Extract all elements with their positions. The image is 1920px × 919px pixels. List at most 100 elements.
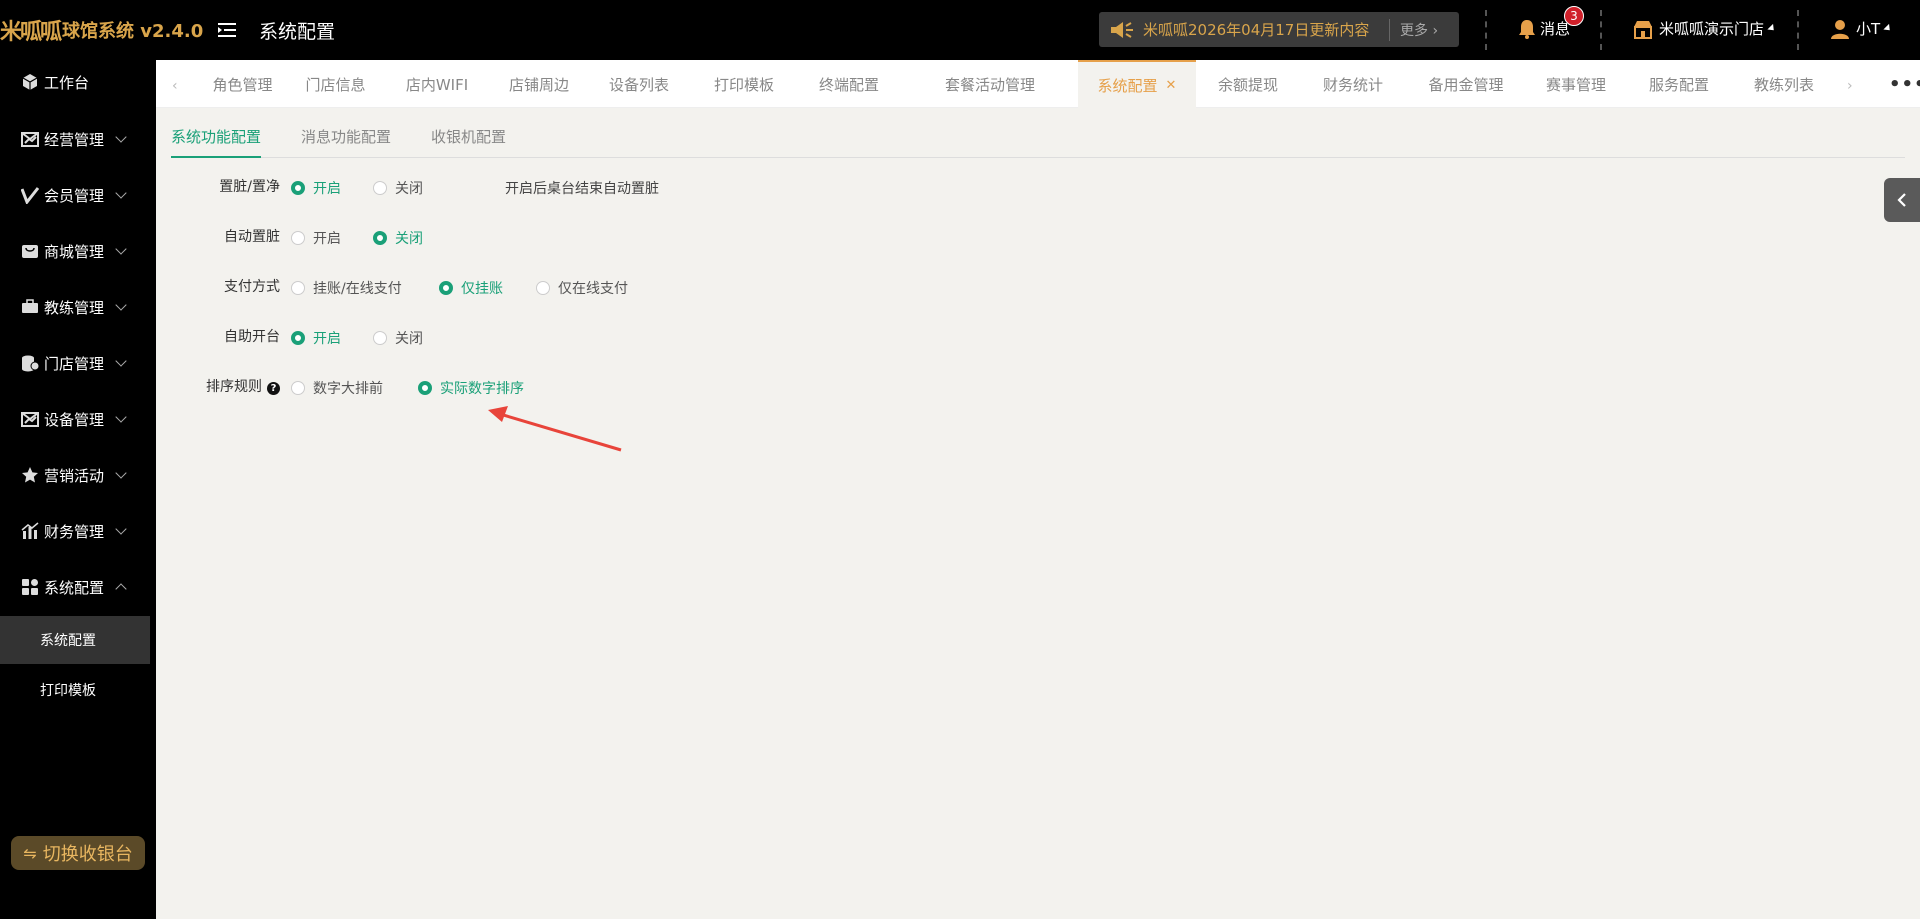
sidebar-item-members[interactable]: 会员管理 [0,175,156,215]
form-row-sort-rule: 排序规则? 数字大排前 实际数字排序 [171,376,771,400]
tab-package-activity[interactable]: 套餐活动管理 [902,60,1078,108]
radio-self-open-on[interactable]: 开启 [291,326,341,350]
radio-payment-online-only[interactable]: 仅在线支付 [536,276,628,300]
subtab-system-function[interactable]: 系统功能配置 [171,126,262,158]
tab-store-info[interactable]: 门店信息 [289,60,382,108]
logo[interactable]: 米呱呱 球馆系统 v2.4.0 [0,0,205,60]
tab-petty-cash[interactable]: 备用金管理 [1406,60,1526,108]
subtab-message-function[interactable]: 消息功能配置 [301,126,391,158]
sidebar-subitem-system-config[interactable]: 系统配置 [0,616,150,664]
tab-service-config[interactable]: 服务配置 [1626,60,1732,108]
tab-label: 服务配置 [1648,75,1709,94]
radio-self-open-off[interactable]: 关闭 [373,326,423,350]
sidebar-item-store[interactable]: 门店管理 [0,343,156,383]
logo-mark: 米呱呱 [0,20,62,45]
radio-auto-dirty-on[interactable]: 开启 [291,226,341,250]
radio-payment-both[interactable]: 挂账/在线支付 [291,276,402,300]
top-bar: 米呱呱 球馆系统 v2.4.0 系统配置 米呱呱2026年04月17日更新内容 … [0,0,1920,60]
tab-finance-stats[interactable]: 财务统计 [1300,60,1406,108]
sidebar-item-label: 营销活动 [44,466,105,485]
form-row-payment: 支付方式 挂账/在线支付 仅挂账 仅在线支付 [171,276,771,300]
sidebar-item-label: 财务管理 [44,522,105,541]
annotation-arrow-icon [488,406,622,452]
tab-print-template[interactable]: 打印模板 [692,60,796,108]
check-icon [20,185,40,205]
store-selector[interactable]: 米呱呱演示门店 [1633,18,1777,39]
subtab-cashier-config[interactable]: 收银机配置 [431,126,506,158]
chevron-down-icon [115,243,127,255]
radio-dot [291,281,305,295]
messages-badge: 3 [1564,6,1584,26]
menu-toggle-icon[interactable] [217,20,237,40]
radio-label: 数字大排前 [313,381,383,397]
radio-label: 开启 [313,181,341,197]
page-title: 系统配置 [259,20,336,43]
sidebar-item-workbench[interactable]: 工作台 [0,62,156,102]
tab-terminal-config[interactable]: 终端配置 [796,60,902,108]
chevron-down-icon [115,523,127,535]
sidebar-item-label: 商城管理 [44,242,105,261]
notice-more-label: 更多 [1400,22,1428,39]
subtab-label: 收银机配置 [431,128,507,146]
chevron-down-icon [115,187,127,199]
notice-text[interactable]: 米呱呱2026年04月17日更新内容 [1143,19,1389,40]
more-menu-icon[interactable]: ••• [1889,74,1920,95]
sidebar-item-system-config[interactable]: 系统配置 [0,567,156,607]
radio-auto-dirty-off[interactable]: 关闭 [373,226,423,250]
sidebar-item-label: 经营管理 [44,130,105,149]
tab-label: 店内WIFI [405,75,469,94]
radio-dirty-clean-on[interactable]: 开启 [291,176,341,200]
radio-dot [291,381,305,395]
tab-store-nearby[interactable]: 店铺周边 [492,60,586,108]
panel-collapse-button[interactable] [1884,178,1920,222]
radio-dot [373,181,387,195]
tab-store-wifi[interactable]: 店内WIFI [382,60,492,108]
sidebar-item-business[interactable]: 经营管理 [0,119,156,159]
tab-label: 教练列表 [1753,75,1814,94]
sidebar-item-finance[interactable]: 财务管理 [0,511,156,551]
shop-icon [20,241,40,261]
form-label-text: 排序规则 [206,379,262,395]
chevron-down-icon [115,467,127,479]
sidebar-subitem-print-template[interactable]: 打印模板 [0,666,156,714]
form-row-auto-dirty: 自动置脏 开启 关闭 [171,226,771,250]
notice-divider [1389,18,1390,41]
sidebar-item-device[interactable]: 设备管理 [0,399,156,439]
subtab-label: 系统功能配置 [171,128,262,146]
notice-bar[interactable]: 米呱呱2026年04月17日更新内容 更多 › [1099,12,1459,47]
radio-sort-desc[interactable]: 数字大排前 [291,376,383,400]
tab-label: 套餐活动管理 [944,75,1035,94]
help-icon[interactable]: ? [267,382,280,395]
tab-scroll-left-icon[interactable]: ‹ [172,78,178,94]
tab-label: 系统配置 [1097,76,1158,95]
radio-dirty-clean-off[interactable]: 关闭 [373,176,423,200]
sidebar-item-label: 设备管理 [44,410,105,429]
config-subtabs: 系统功能配置 消息功能配置 收银机配置 [171,126,1905,158]
radio-label: 实际数字排序 [440,381,524,397]
radio-dot [291,181,305,195]
messages-button[interactable]: 消息 3 [1518,6,1584,39]
tab-scroll-right-icon[interactable]: › [1847,78,1853,94]
tab-bar: ‹ 角色管理 门店信息 店内WIFI 店铺周边 设备列表 打印模板 终端配置 套… [156,60,1920,108]
radio-label: 开启 [313,331,341,347]
user-menu[interactable]: 小T [1830,18,1893,39]
radio-dot [418,381,432,395]
tab-coach-list[interactable]: 教练列表 [1732,60,1836,108]
tab-event-management[interactable]: 赛事管理 [1526,60,1626,108]
radio-sort-natural[interactable]: 实际数字排序 [418,376,524,400]
close-icon[interactable]: ✕ [1166,78,1177,93]
tab-device-list[interactable]: 设备列表 [586,60,692,108]
sidebar-item-mall[interactable]: 商城管理 [0,231,156,271]
tab-role-management[interactable]: 角色管理 [196,60,289,108]
form-label: 自助开台 [224,329,280,345]
radio-label: 关闭 [395,181,423,197]
form-row-self-open: 自助开台 开启 关闭 [171,326,771,350]
sidebar-item-coach[interactable]: 教练管理 [0,287,156,327]
switch-cashier-button[interactable]: ⇋ 切换收银台 [11,836,145,870]
sidebar-item-marketing[interactable]: 营销活动 [0,455,156,495]
notice-more-link[interactable]: 更多 › [1400,20,1438,40]
bar-chart-icon [20,521,40,541]
tab-system-config[interactable]: 系统配置 ✕ [1078,60,1196,108]
tab-balance-withdraw[interactable]: 余额提现 [1196,60,1300,108]
radio-payment-credit-only[interactable]: 仅挂账 [439,276,503,300]
